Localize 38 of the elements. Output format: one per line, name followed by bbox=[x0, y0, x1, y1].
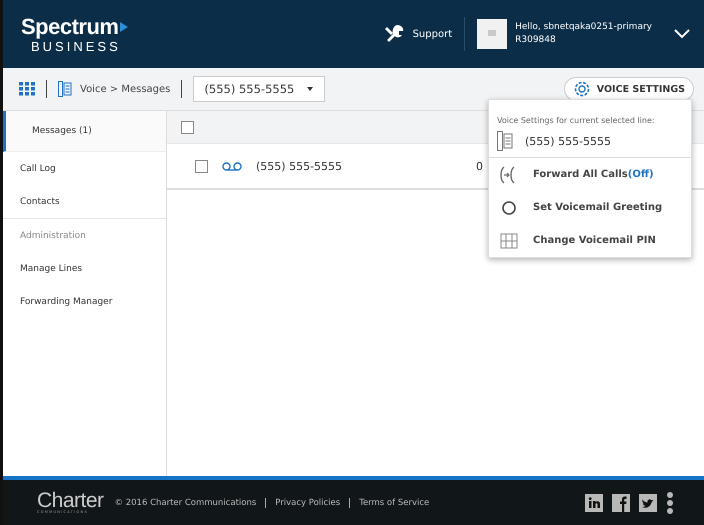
sidebar-item[interactable]: Contacts bbox=[3, 185, 166, 218]
account-number: R309848 bbox=[515, 34, 557, 47]
keypad-icon bbox=[499, 230, 519, 250]
select-all-checkbox[interactable] bbox=[181, 120, 194, 134]
footer-link[interactable]: Terms of Service bbox=[349, 498, 430, 508]
desk-phone-icon bbox=[497, 131, 513, 151]
desk-phone-icon bbox=[58, 81, 72, 97]
menu-item[interactable]: Set Voicemail Greeting bbox=[489, 191, 691, 224]
chevron-down-icon[interactable] bbox=[674, 29, 690, 39]
user-greeting: Hello, sbnetqaka0251-primary bbox=[515, 21, 652, 34]
menu-caption: Voice Settings for current selected line: bbox=[497, 116, 655, 125]
caret-icon bbox=[306, 86, 314, 92]
table-cell: 0 bbox=[476, 160, 484, 172]
tools-icon bbox=[384, 25, 405, 43]
line-dropdown[interactable]: (555) 555-5555 bbox=[193, 76, 326, 102]
spectrum-logo[interactable]: Spectrum BUSINESS bbox=[21, 16, 128, 52]
copyright-text: © 2016 Charter Communications bbox=[114, 498, 256, 508]
table-cell: (555) 555-5555 bbox=[256, 160, 342, 172]
gear-icon bbox=[572, 80, 591, 98]
app-grid-icon[interactable] bbox=[19, 82, 35, 96]
selected-line: (555) 555-5555 bbox=[525, 134, 612, 148]
row-checkbox[interactable] bbox=[195, 160, 208, 172]
facebook-icon[interactable] bbox=[612, 494, 630, 512]
voice-settings-button[interactable]: VOICE SETTINGS bbox=[564, 77, 694, 101]
menu-item[interactable]: Change Voicemail PIN bbox=[489, 224, 691, 257]
sidebar-item[interactable]: Administration bbox=[3, 218, 166, 252]
more-icon[interactable] bbox=[666, 492, 674, 514]
menu-item[interactable]: Forward All Calls(Off) bbox=[489, 158, 691, 191]
sidebar-item[interactable]: Messages (1) bbox=[3, 111, 166, 152]
twitter-icon[interactable] bbox=[639, 494, 657, 512]
breadcrumb: Voice > Messages bbox=[80, 84, 170, 94]
sidebar-item[interactable]: Forwarding Manager bbox=[3, 285, 166, 318]
linkedin-icon[interactable] bbox=[585, 494, 603, 512]
sidebar-item[interactable]: Call Log bbox=[3, 152, 166, 185]
footer-link[interactable]: Privacy Policies bbox=[265, 498, 340, 508]
support-link[interactable]: Support bbox=[412, 28, 452, 40]
sidebar-item[interactable]: Manage Lines bbox=[3, 252, 166, 285]
voicemail-icon bbox=[222, 162, 242, 170]
